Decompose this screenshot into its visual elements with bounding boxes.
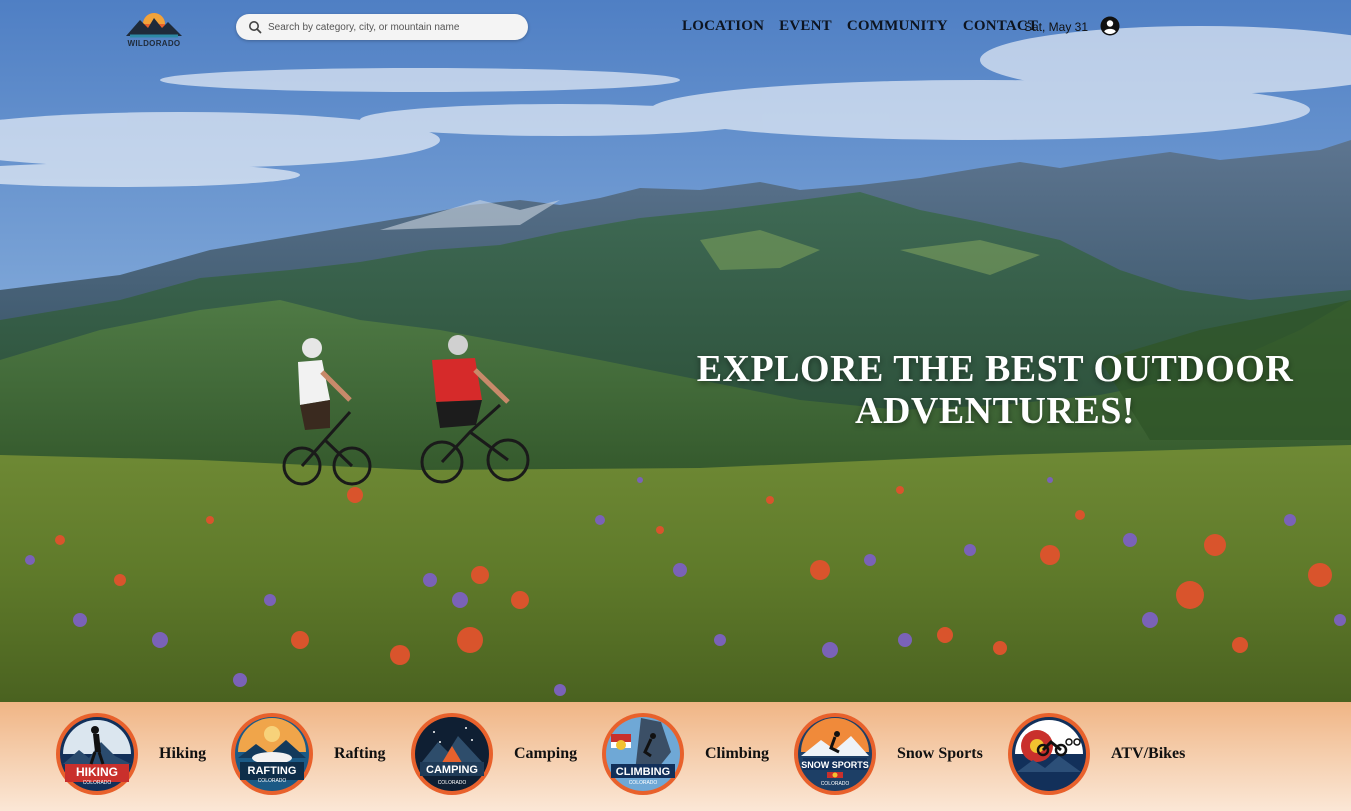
- category-bar: HIKING COLORADO Hiking RAFTING COLORADO …: [0, 702, 1351, 811]
- brand-name: WILDORADO: [127, 39, 181, 48]
- nav-event-link[interactable]: EVENT: [779, 18, 832, 35]
- category-camping[interactable]: CAMPING COLORADO Camping: [410, 712, 577, 796]
- hero-banner: WILDORADO LOCATION EVENT COMMUNITY CONTA…: [0, 0, 1351, 702]
- skier-icon: SNOW SPORTS COLORADO: [794, 713, 876, 795]
- badge-sub: COLORADO: [258, 778, 287, 784]
- search-input[interactable]: [268, 21, 518, 33]
- tent-icon: CAMPING COLORADO: [411, 713, 493, 795]
- snow-sports-badge: SNOW SPORTS COLORADO: [793, 712, 877, 796]
- raft-icon: RAFTING COLORADO: [231, 713, 313, 795]
- atv-bikes-badge: [1007, 712, 1091, 796]
- logo-mountain-icon: [126, 13, 182, 38]
- category-atv-bikes[interactable]: ATV/Bikes: [1007, 712, 1185, 796]
- badge-title: HIKING: [76, 765, 118, 779]
- badge-title: CAMPING: [426, 764, 478, 776]
- search-bar[interactable]: [236, 14, 528, 40]
- category-label: Hiking: [159, 745, 207, 762]
- category-label: Climbing: [705, 745, 770, 762]
- nav-community-link[interactable]: COMMUNITY: [847, 18, 948, 35]
- hiking-badge: HIKING COLORADO: [55, 712, 139, 796]
- badge-sub: COLORADO: [821, 781, 850, 787]
- category-hiking[interactable]: HIKING COLORADO Hiking: [55, 712, 206, 796]
- category-label: Camping: [514, 745, 578, 762]
- top-header: WILDORADO LOCATION EVENT COMMUNITY CONTA…: [0, 0, 1351, 58]
- hiker-icon: HIKING COLORADO: [56, 713, 138, 795]
- badge-title: SNOW SPORTS: [801, 760, 869, 770]
- current-date: Sat, May 31: [1024, 20, 1089, 34]
- category-label: Snow Sports: [897, 745, 983, 762]
- badge-sub: COLORADO: [438, 780, 467, 786]
- main-nav: LOCATION EVENT COMMUNITY CONTACT: [682, 18, 1053, 35]
- category-snow-sports[interactable]: SNOW SPORTS COLORADO Snow Sports: [793, 712, 983, 796]
- badge-title: CLIMBING: [616, 766, 670, 778]
- category-label: Rafting: [334, 745, 386, 762]
- atv-icon: [1008, 713, 1090, 795]
- rafting-badge: RAFTING COLORADO: [230, 712, 314, 796]
- hero-headline: EXPLORE THE BEST OUTDOOR ADVENTURES!: [680, 348, 1310, 432]
- climbing-badge: CLIMBING COLORADO: [601, 712, 685, 796]
- climber-icon: CLIMBING COLORADO: [602, 713, 684, 795]
- search-icon: [249, 21, 262, 34]
- badge-sub: COLORADO: [629, 780, 658, 786]
- camping-badge: CAMPING COLORADO: [410, 712, 494, 796]
- category-rafting[interactable]: RAFTING COLORADO Rafting: [230, 712, 386, 796]
- nav-location-link[interactable]: LOCATION: [682, 18, 764, 35]
- user-account-icon[interactable]: [1100, 16, 1120, 36]
- badge-sub: COLORADO: [83, 780, 112, 786]
- badge-title: RAFTING: [248, 765, 297, 777]
- brand-logo[interactable]: WILDORADO: [124, 8, 184, 50]
- hero-headline-line2: ADVENTURES!: [855, 390, 1135, 432]
- hero-headline-line1: EXPLORE THE BEST OUTDOOR: [696, 348, 1294, 390]
- category-climbing[interactable]: CLIMBING COLORADO Climbing: [601, 712, 769, 796]
- category-label: ATV/Bikes: [1111, 745, 1186, 762]
